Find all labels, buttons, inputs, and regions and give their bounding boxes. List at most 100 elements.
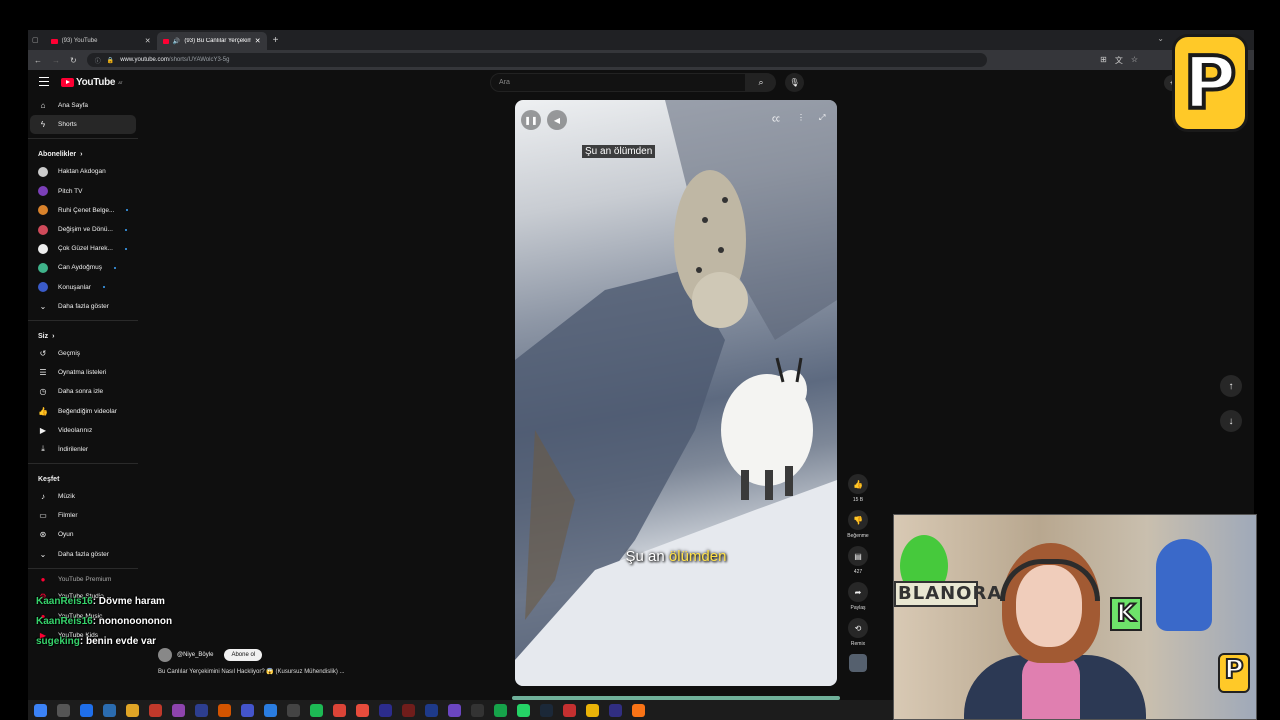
app-icon[interactable] bbox=[609, 703, 622, 717]
sidebar-item-premium[interactable]: ● YouTube Premium bbox=[28, 573, 138, 586]
sidebar-item-watch-later[interactable]: ◷ Daha sonra izle bbox=[28, 382, 138, 401]
premiere-icon[interactable] bbox=[379, 703, 392, 717]
sidebar-item-subscription[interactable]: Ruhi Çenet Belge... bbox=[28, 201, 138, 220]
comment-action[interactable]: ▤ 427 bbox=[846, 546, 870, 575]
menu-icon[interactable] bbox=[39, 77, 49, 86]
app-icon[interactable] bbox=[103, 703, 116, 717]
pause-button[interactable]: ❚❚ bbox=[521, 110, 541, 130]
app-icon[interactable] bbox=[586, 703, 599, 717]
sidebar-item-playlists[interactable]: ☰ Oynatma listeleri bbox=[28, 363, 138, 382]
search-input[interactable]: Ara bbox=[490, 73, 746, 92]
fullscreen-icon[interactable]: ⤢ bbox=[819, 113, 825, 123]
new-tab-button[interactable]: + bbox=[273, 35, 279, 46]
firefox-icon[interactable] bbox=[632, 703, 645, 717]
previous-short-button[interactable]: ↑ bbox=[1220, 375, 1242, 397]
edge-icon[interactable] bbox=[80, 703, 93, 717]
app-icon[interactable] bbox=[264, 703, 277, 717]
close-tab-icon[interactable]: ✕ bbox=[145, 37, 151, 45]
browser-chrome: ▢ (93) YouTube ✕ 🔊 (93) Bu Canlılar Yerç… bbox=[28, 30, 1254, 70]
voice-search-button[interactable]: 🎙 bbox=[785, 73, 804, 92]
sidebar-item-music[interactable]: ♪ Müzik bbox=[28, 487, 138, 506]
app-icon[interactable] bbox=[149, 703, 162, 717]
shorts-video-player[interactable]: ❚❚ ◀ ㏄ ⋮ ⤢ Şu an ölümden Şu an ölümden bbox=[515, 100, 837, 686]
spotify-icon[interactable] bbox=[310, 703, 323, 717]
app-icon[interactable] bbox=[448, 703, 461, 717]
comment-icon[interactable]: ▤ bbox=[848, 546, 868, 566]
video-title[interactable]: Bu Canlılar Yerçekimini Nasıl Hackliyor?… bbox=[158, 668, 345, 675]
whatsapp-icon[interactable] bbox=[517, 703, 530, 717]
steam-icon[interactable] bbox=[540, 703, 553, 717]
dislike-icon[interactable]: 👎 bbox=[848, 510, 868, 530]
sidebar-item-gaming[interactable]: ⊛ Oyun bbox=[28, 525, 138, 544]
sidebar-item-subscription[interactable]: Değişim ve Dönü... bbox=[28, 220, 138, 239]
subscriptions-header[interactable]: Abonelikler › bbox=[28, 143, 138, 162]
sidebar-item-downloads[interactable]: ⤓ İndirilenler bbox=[28, 440, 138, 459]
photoshop-icon[interactable] bbox=[425, 703, 438, 717]
sidebar-item-subscription[interactable]: Haktan Akdogan bbox=[28, 162, 138, 181]
app-icon[interactable] bbox=[356, 703, 369, 717]
sidebar-item-shorts[interactable]: ϟ Shorts bbox=[30, 115, 136, 135]
mute-button[interactable]: ◀ bbox=[547, 110, 567, 130]
sidebar-item-your-videos[interactable]: ▶ Videolarınız bbox=[28, 421, 138, 440]
sidebar-item-subscription[interactable]: Can Aydoğmuş bbox=[28, 258, 138, 277]
taskview-icon[interactable] bbox=[57, 703, 70, 717]
sidebar-item-label: Konuşanlar bbox=[58, 283, 91, 291]
back-icon[interactable]: ← bbox=[34, 56, 42, 65]
forward-icon[interactable]: → bbox=[52, 56, 60, 65]
illustrator-icon[interactable] bbox=[218, 703, 231, 717]
search-button[interactable]: ⌕ bbox=[746, 73, 776, 92]
app-icon[interactable] bbox=[172, 703, 185, 717]
share-icon[interactable]: ➦ bbox=[848, 582, 868, 602]
file-explorer-icon[interactable] bbox=[126, 703, 139, 717]
show-more-subscriptions[interactable]: ⌄ Daha fazla göster bbox=[28, 297, 138, 316]
app-icon[interactable] bbox=[494, 703, 507, 717]
translate-icon[interactable]: 文 bbox=[1115, 55, 1123, 66]
start-icon[interactable] bbox=[34, 703, 47, 717]
remix-label: Remix bbox=[850, 641, 866, 647]
close-tab-icon[interactable]: ✕ bbox=[255, 37, 261, 45]
reload-icon[interactable]: ↻ bbox=[70, 56, 77, 65]
bookmark-star-icon[interactable]: ☆ bbox=[1131, 55, 1138, 66]
more-vert-icon[interactable]: ⋮ bbox=[797, 113, 805, 122]
sidebar-item-history[interactable]: ↺ Geçmiş bbox=[28, 344, 138, 363]
sound-thumbnail[interactable] bbox=[846, 654, 870, 672]
remix-icon[interactable]: ⟲ bbox=[848, 618, 868, 638]
caption-highlight: ölümden bbox=[668, 548, 727, 565]
tab-actions-icon[interactable]: ▢ bbox=[32, 36, 39, 44]
channel-name[interactable]: @Niye_Böyle bbox=[177, 652, 213, 658]
tab-shorts-active[interactable]: 🔊 (93) Bu Canlılar Yerçekimini ✕ bbox=[156, 32, 267, 50]
install-app-icon[interactable]: ⊞ bbox=[1100, 55, 1107, 66]
show-more-explore[interactable]: ⌄ Daha fazla göster bbox=[28, 545, 138, 564]
sidebar-item-label: Daha fazla göster bbox=[58, 550, 109, 558]
sidebar-item-subscription[interactable]: Pitch TV bbox=[28, 182, 138, 201]
sidebar-item-subscription[interactable]: Konuşanlar bbox=[28, 278, 138, 297]
youtube-logo[interactable]: YouTube AT bbox=[61, 77, 123, 88]
like-icon[interactable]: 👍 bbox=[848, 474, 868, 494]
app-icon[interactable] bbox=[287, 703, 300, 717]
tab-youtube[interactable]: (93) YouTube ✕ bbox=[45, 32, 157, 50]
chrome-icon[interactable] bbox=[333, 703, 346, 717]
app-icon[interactable] bbox=[563, 703, 576, 717]
like-action[interactable]: 👍 15 B bbox=[846, 474, 870, 503]
app-icon[interactable] bbox=[471, 703, 484, 717]
audio-icon[interactable]: 🔊 bbox=[173, 38, 180, 45]
share-action[interactable]: ➦ Paylaş bbox=[846, 582, 870, 611]
app-icon[interactable] bbox=[402, 703, 415, 717]
you-header[interactable]: Siz › bbox=[28, 325, 138, 344]
sidebar-item-home[interactable]: ⌂ Ana Sayfa bbox=[28, 96, 138, 115]
app-icon[interactable] bbox=[195, 703, 208, 717]
tab-search-icon[interactable]: ⌄ bbox=[1157, 34, 1164, 43]
like-count: 15 B bbox=[852, 497, 864, 503]
dislike-action[interactable]: 👎 Beğenme bbox=[846, 510, 870, 539]
sidebar-item-liked-videos[interactable]: 👍 Beğendiğim videolar bbox=[28, 401, 138, 420]
sidebar-item-films[interactable]: ▭ Filmler bbox=[28, 506, 138, 525]
address-bar[interactable]: ⓘ 🔒 www.youtube.com/shorts/UYAWolcY3-5g bbox=[86, 53, 987, 67]
site-info-icon[interactable]: ⓘ bbox=[95, 56, 101, 65]
next-short-button[interactable]: ↓ bbox=[1220, 410, 1242, 432]
channel-row: @Niye_Böyle Abone ol bbox=[158, 648, 263, 662]
sidebar-item-subscription[interactable]: Çok Güzel Harek... bbox=[28, 239, 138, 258]
app-icon[interactable] bbox=[241, 703, 254, 717]
captions-icon[interactable]: ㏄ bbox=[772, 113, 780, 124]
remix-action[interactable]: ⟲ Remix bbox=[846, 618, 870, 647]
subscribe-button[interactable]: Abone ol bbox=[224, 649, 263, 661]
